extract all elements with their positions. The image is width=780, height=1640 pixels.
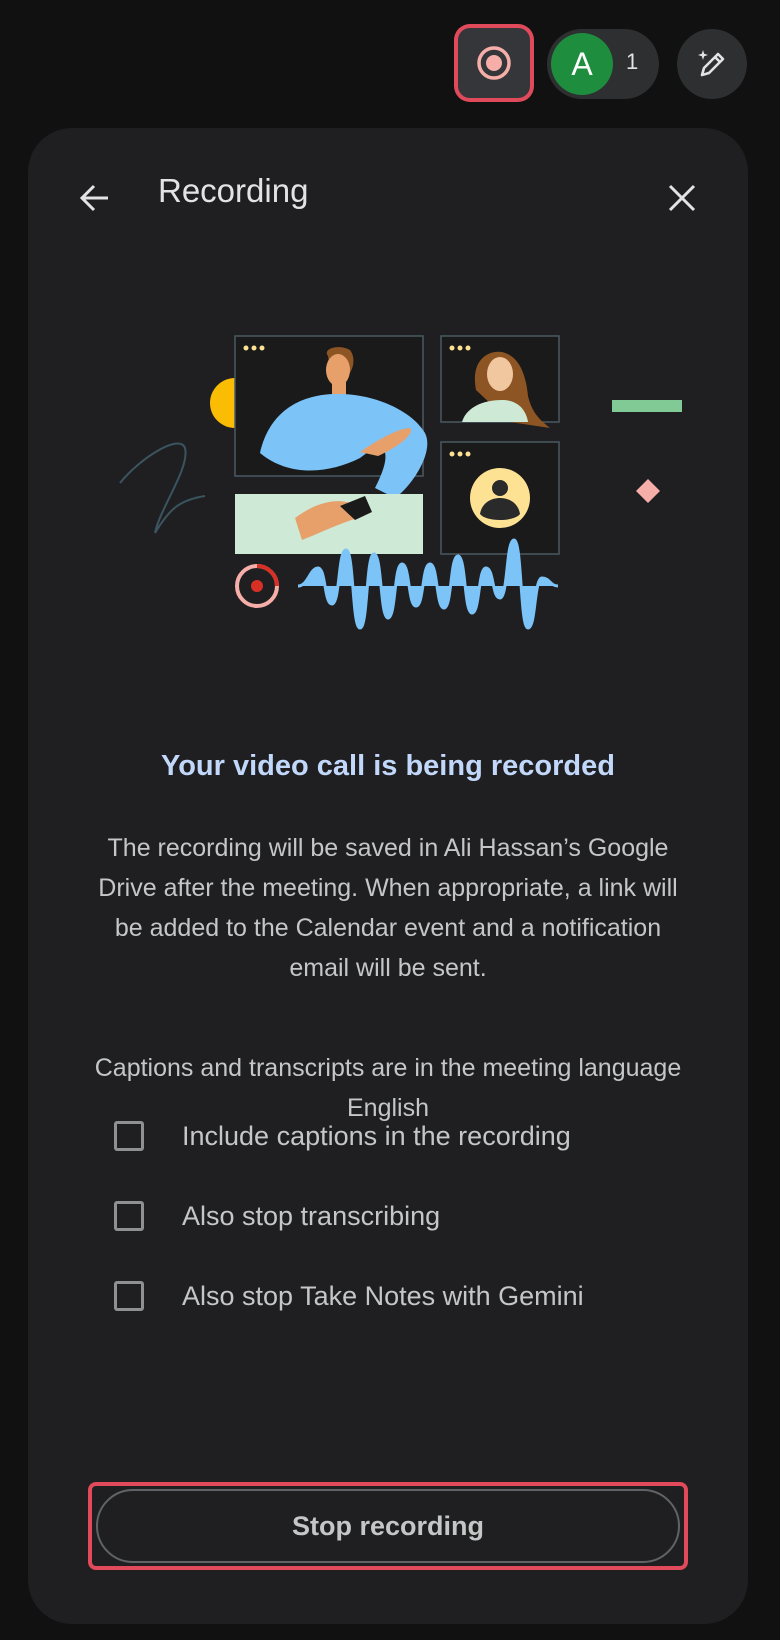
close-button[interactable] [652,168,712,228]
recording-headline: Your video call is being recorded [161,750,615,782]
option-label: Include captions in the recording [182,1120,571,1151]
arrow-back-icon [79,184,108,212]
stop-gemini-notes-checkbox[interactable] [114,1281,144,1311]
recording-panel: Recording Your video call is being recor… [28,128,748,1624]
participant-count: 1 [626,49,639,74]
stop-recording-button[interactable]: Stop recording [96,1489,680,1563]
option-label: Also stop transcribing [182,1200,441,1231]
back-button[interactable] [64,168,124,228]
avatar: A [551,33,613,95]
option-stop-transcribing[interactable]: Also stop transcribing [114,1196,440,1236]
avatar-letter: A [571,45,593,82]
panel-title: Recording [158,172,309,209]
option-include-captions[interactable]: Include captions in the recording [114,1116,571,1156]
pen-sparkle-icon [698,50,725,77]
recording-illustration [119,335,682,630]
participants-button[interactable]: A 1 [547,29,659,99]
include-captions-checkbox[interactable] [114,1121,144,1151]
stop-transcribing-checkbox[interactable] [114,1201,144,1231]
gemini-notes-button[interactable] [677,29,747,99]
top-bar: A 1 [0,0,780,126]
option-label: Also stop Take Notes with Gemini [182,1280,584,1311]
close-icon [668,184,696,212]
recording-indicator-button[interactable] [458,28,530,98]
recording-description: The recording will be saved in Ali Hassa… [98,834,678,982]
option-stop-gemini-notes[interactable]: Also stop Take Notes with Gemini [114,1276,584,1316]
record-icon [477,46,511,80]
stop-recording-highlight: Stop recording [88,1482,688,1570]
